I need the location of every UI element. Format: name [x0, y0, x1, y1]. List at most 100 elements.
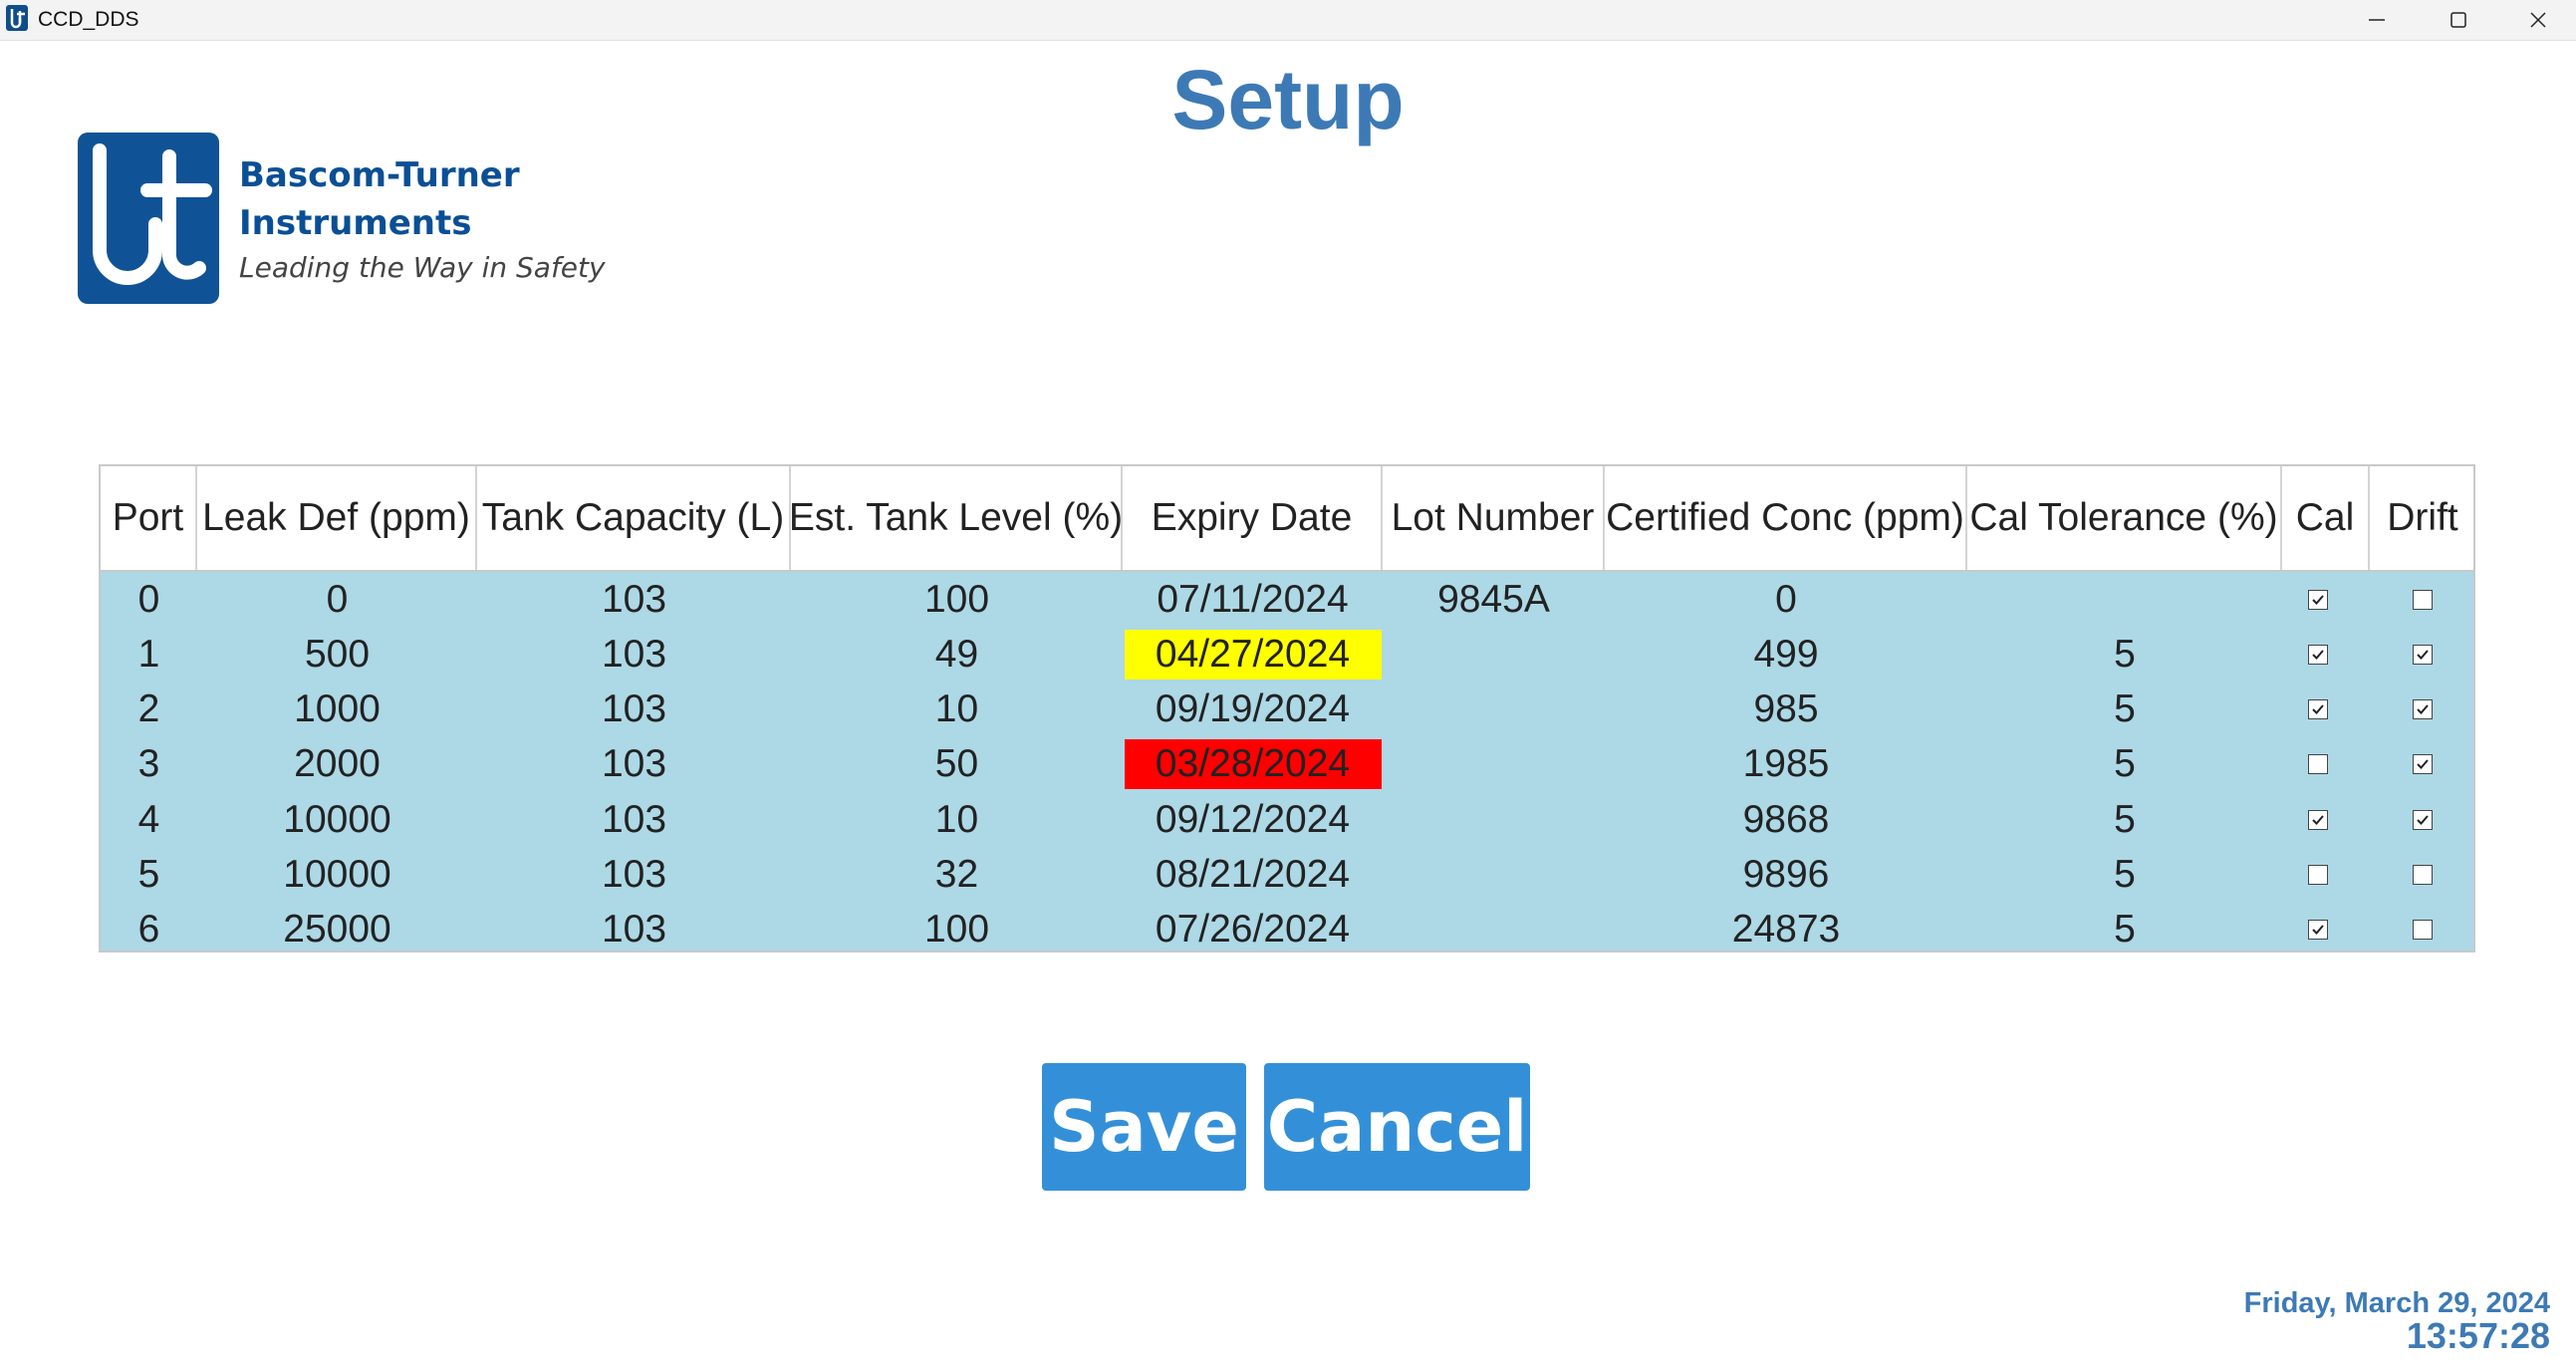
- cell-tank-capacity[interactable]: 103: [477, 792, 791, 847]
- cell-cal-tolerance[interactable]: 5: [1967, 737, 2282, 792]
- save-button[interactable]: Save: [1042, 1063, 1246, 1191]
- cell-drift[interactable]: [2370, 848, 2475, 903]
- cell-tank-level[interactable]: 49: [791, 627, 1123, 682]
- drift-checkbox-checked[interactable]: [2413, 754, 2433, 775]
- cell-cal-tolerance[interactable]: 5: [1967, 792, 2282, 847]
- column-header-lot-number[interactable]: Lot Number: [1383, 466, 1605, 570]
- cell-tank-level[interactable]: 100: [791, 572, 1123, 627]
- cell-certified-conc[interactable]: 1985: [1605, 737, 1967, 792]
- cell-expiry-date[interactable]: 09/19/2024: [1123, 683, 1383, 737]
- cell-expiry-date[interactable]: 04/27/2024: [1123, 627, 1383, 682]
- cal-checkbox-checked[interactable]: [2308, 644, 2328, 665]
- cell-cal-tolerance[interactable]: 5: [1967, 903, 2282, 957]
- cell-port[interactable]: 5: [101, 848, 197, 903]
- drift-checkbox-checked[interactable]: [2413, 644, 2433, 665]
- cell-tank-level[interactable]: 32: [791, 848, 1123, 903]
- cell-tank-capacity[interactable]: 103: [477, 627, 791, 682]
- table-row[interactable]: 0 0 103 100 07/11/2024 9845A 0: [101, 572, 2473, 627]
- cell-lot-number[interactable]: 9845A: [1383, 572, 1605, 627]
- cell-expiry-date[interactable]: 07/26/2024: [1123, 903, 1383, 957]
- cell-drift[interactable]: [2370, 627, 2475, 682]
- cal-checkbox-empty[interactable]: [2308, 754, 2328, 775]
- cell-leak-def[interactable]: 10000: [197, 792, 477, 847]
- cell-cal[interactable]: [2274, 737, 2362, 792]
- drift-checkbox-checked[interactable]: [2413, 699, 2433, 720]
- cell-tank-level[interactable]: 10: [791, 683, 1123, 737]
- cell-cal[interactable]: [2274, 792, 2362, 847]
- cell-certified-conc[interactable]: 985: [1605, 683, 1967, 737]
- cell-certified-conc[interactable]: 9896: [1605, 848, 1967, 903]
- cell-leak-def[interactable]: 0: [197, 572, 477, 627]
- table-row[interactable]: 3 2000 103 50 03/28/2024 1985 5: [101, 737, 2473, 792]
- column-header-cal-tolerance[interactable]: Cal Tolerance (%): [1967, 466, 2282, 570]
- cell-drift[interactable]: [2370, 792, 2475, 847]
- cell-leak-def[interactable]: 500: [197, 627, 477, 682]
- table-row[interactable]: 2 1000 103 10 09/19/2024 985 5: [101, 683, 2473, 737]
- cell-cal[interactable]: [2274, 627, 2362, 682]
- cell-expiry-date[interactable]: 03/28/2024: [1123, 737, 1383, 792]
- cell-lot-number[interactable]: [1383, 737, 1605, 792]
- cal-checkbox-checked[interactable]: [2308, 809, 2328, 830]
- cell-leak-def[interactable]: 1000: [197, 683, 477, 737]
- cell-leak-def[interactable]: 25000: [197, 903, 477, 957]
- cell-leak-def[interactable]: 2000: [197, 737, 477, 792]
- cell-lot-number[interactable]: [1383, 683, 1605, 737]
- column-header-cal[interactable]: Cal: [2282, 466, 2370, 570]
- cell-drift[interactable]: [2370, 737, 2475, 792]
- maximize-button[interactable]: [2419, 0, 2498, 40]
- cell-expiry-date[interactable]: 07/11/2024: [1123, 572, 1383, 627]
- close-button[interactable]: [2498, 0, 2576, 40]
- cancel-button[interactable]: Cancel: [1264, 1063, 1530, 1191]
- cell-leak-def[interactable]: 10000: [197, 848, 477, 903]
- cal-checkbox-checked[interactable]: [2308, 699, 2328, 720]
- table-row[interactable]: 4 10000 103 10 09/12/2024 9868 5: [101, 792, 2473, 847]
- drift-checkbox-empty[interactable]: [2413, 920, 2433, 941]
- cell-cal-tolerance[interactable]: 5: [1967, 627, 2282, 682]
- cell-tank-level[interactable]: 50: [791, 737, 1123, 792]
- column-header-tank-level[interactable]: Est. Tank Level (%): [789, 466, 1123, 570]
- cell-expiry-date[interactable]: 09/12/2024: [1123, 792, 1383, 847]
- cal-checkbox-checked[interactable]: [2308, 589, 2328, 610]
- cell-port[interactable]: 4: [101, 792, 197, 847]
- cell-certified-conc[interactable]: 9868: [1605, 792, 1967, 847]
- table-row[interactable]: 5 10000 103 32 08/21/2024 9896 5: [101, 848, 2473, 903]
- column-header-drift[interactable]: Drift: [2370, 466, 2475, 570]
- drift-checkbox-checked[interactable]: [2413, 809, 2433, 830]
- cell-cal[interactable]: [2274, 903, 2362, 957]
- cell-tank-capacity[interactable]: 103: [477, 848, 791, 903]
- cell-cal[interactable]: [2274, 572, 2362, 627]
- cell-cal-tolerance[interactable]: 5: [1967, 683, 2282, 737]
- cell-lot-number[interactable]: [1383, 792, 1605, 847]
- cell-cal[interactable]: [2274, 683, 2362, 737]
- cell-tank-level[interactable]: 10: [791, 792, 1123, 847]
- cell-drift[interactable]: [2370, 572, 2475, 627]
- cell-expiry-date[interactable]: 08/21/2024: [1123, 848, 1383, 903]
- cell-drift[interactable]: [2370, 683, 2475, 737]
- cell-port[interactable]: 3: [101, 737, 197, 792]
- cell-cal-tolerance[interactable]: [1967, 572, 2282, 627]
- cell-lot-number[interactable]: [1383, 848, 1605, 903]
- cell-tank-capacity[interactable]: 103: [477, 572, 791, 627]
- minimize-button[interactable]: [2337, 0, 2417, 40]
- cal-checkbox-checked[interactable]: [2308, 920, 2328, 941]
- cell-tank-capacity[interactable]: 103: [477, 903, 791, 957]
- cell-drift[interactable]: [2370, 903, 2475, 957]
- column-header-tank-capacity[interactable]: Tank Capacity (L): [477, 466, 791, 570]
- column-header-certified-conc[interactable]: Certified Conc (ppm): [1605, 466, 1967, 570]
- cell-tank-capacity[interactable]: 103: [477, 737, 791, 792]
- column-header-expiry-date[interactable]: Expiry Date: [1123, 466, 1383, 570]
- cell-certified-conc[interactable]: 24873: [1605, 903, 1967, 957]
- cell-lot-number[interactable]: [1383, 627, 1605, 682]
- cell-certified-conc[interactable]: 0: [1605, 572, 1967, 627]
- cell-lot-number[interactable]: [1383, 903, 1605, 957]
- cell-certified-conc[interactable]: 499: [1605, 627, 1967, 682]
- cell-cal-tolerance[interactable]: 5: [1967, 848, 2282, 903]
- cell-port[interactable]: 1: [101, 627, 197, 682]
- cell-cal[interactable]: [2274, 848, 2362, 903]
- cell-tank-capacity[interactable]: 103: [477, 683, 791, 737]
- drift-checkbox-empty[interactable]: [2413, 589, 2433, 610]
- cell-port[interactable]: 6: [101, 903, 197, 957]
- table-row[interactable]: 6 25000 103 100 07/26/2024 24873 5: [101, 903, 2473, 957]
- cell-tank-level[interactable]: 100: [791, 903, 1123, 957]
- table-row[interactable]: 1 500 103 49 04/27/2024 499 5: [101, 627, 2473, 682]
